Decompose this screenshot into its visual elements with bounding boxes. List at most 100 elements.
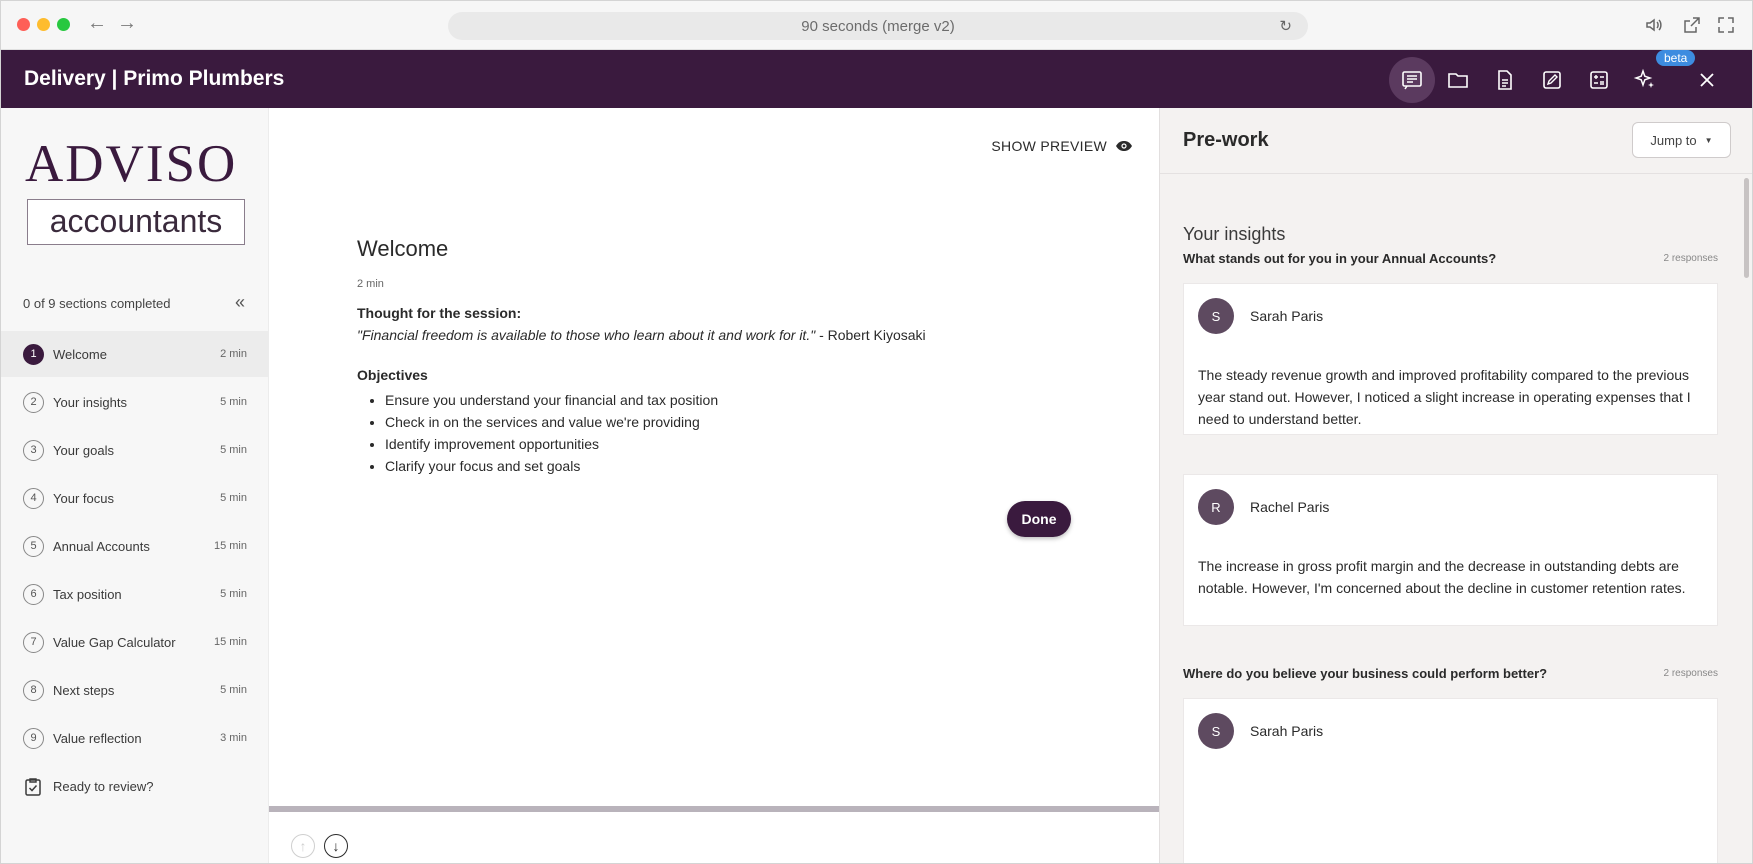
section-label: Your goals [53,443,114,458]
folder-icon [1448,73,1468,88]
objective-item: Clarify your focus and set goals [385,455,1057,477]
section-duration: 5 min [220,492,247,504]
section-number: 3 [23,440,44,461]
avatar: S [1198,713,1234,749]
question-text: Where do you believe your business could… [1183,666,1548,681]
jump-to-label: Jump to [1650,132,1697,148]
close-window-button[interactable] [17,18,30,31]
section-item-value-gap-calculator[interactable]: 7 Value Gap Calculator 15 min [1,619,269,665]
calculator-icon [1590,71,1608,89]
clipboard-check-icon [25,778,41,796]
forward-arrow-icon[interactable]: → [117,12,137,34]
done-button[interactable]: Done [1007,501,1071,537]
previous-section-button[interactable]: ↑ [291,834,315,858]
quote-author: - Robert Kiyosaki [815,327,926,343]
maximize-window-button[interactable] [57,18,70,31]
back-arrow-icon[interactable]: ← [87,12,107,34]
section-duration: 5 min [220,588,247,600]
avatar: S [1198,298,1234,334]
section-duration: 5 min [220,684,247,696]
section-heading: Welcome [357,236,449,261]
review-label: Ready to review? [53,779,154,794]
section-label: Your insights [53,395,127,410]
section-duration: 5 min [220,396,247,408]
panel-header: Pre-work Jump to ▼ [1160,108,1752,174]
section-item-tax-position[interactable]: 6 Tax position 5 min [1,571,269,617]
section-item-next-steps[interactable]: 8 Next steps 5 min [1,667,269,713]
section-label: Value Gap Calculator [53,635,176,650]
objective-item: Identify improvement opportunities [385,433,1057,455]
response-text: The increase in gross profit margin and … [1198,558,1686,596]
external-link-icon[interactable] [1682,15,1702,35]
collapse-sidebar-icon[interactable]: « [235,292,245,313]
logo-subtitle-box: accountants [27,199,245,245]
notes-icon [1402,71,1422,90]
section-label: Value reflection [53,731,142,746]
close-icon [1700,73,1714,87]
respondent-name: Rachel Paris [1250,499,1330,515]
jump-to-dropdown[interactable]: Jump to ▼ [1632,122,1731,158]
section-label: Welcome [53,347,107,362]
objective-item: Check in on the services and value we're… [385,411,1057,433]
show-preview-button[interactable]: SHOW PREVIEW [991,138,1133,154]
document-button[interactable] [1482,57,1528,103]
minimize-window-button[interactable] [37,18,50,31]
logo-subtitle: accountants [49,203,223,239]
objectives-list: Ensure you understand your financial and… [357,389,1057,477]
prework-panel: Pre-work Jump to ▼ Your insights What st… [1159,108,1752,863]
objective-item: Ensure you understand your financial and… [385,389,1057,411]
section-duration: 5 min [220,444,247,456]
eye-icon [1116,141,1132,151]
section-label: Next steps [53,683,115,698]
arrow-down-icon: ↓ [332,838,340,854]
close-button[interactable] [1684,57,1730,103]
section-item-your-insights[interactable]: 2 Your insights 5 min [1,379,269,425]
section-duration: 3 min [220,732,247,744]
response-count: 2 responses [1663,253,1718,264]
question-header: Where do you believe your business could… [1183,666,1718,681]
response-text: The steady revenue growth and improved p… [1198,367,1691,427]
quote-text: "Financial freedom is available to those… [357,327,816,343]
section-number: 4 [23,488,44,509]
section-item-welcome[interactable]: 1 Welcome 2 min [1,331,269,377]
document-icon [1498,70,1512,90]
section-duration: 2 min [220,348,247,360]
show-preview-label: SHOW PREVIEW [991,138,1107,154]
sections-progress: 0 of 9 sections completed [23,296,171,311]
logo-wordmark: ADVISO [25,135,238,193]
speaker-icon[interactable] [1644,15,1664,35]
section-number: 2 [23,392,44,413]
objectives-heading: Objectives [357,367,428,383]
browser-window: ← → 90 seconds (merge v2) ↻ Delivery | P… [0,0,1753,864]
panel-scrollbar[interactable] [1744,178,1749,278]
folder-button[interactable] [1435,57,1481,103]
section-item-value-reflection[interactable]: 9 Value reflection 3 min [1,715,269,761]
section-item-your-goals[interactable]: 3 Your goals 5 min [1,427,269,473]
question-header: What stands out for you in your Annual A… [1183,251,1718,266]
section-label: Your focus [53,491,114,506]
section-item-your-focus[interactable]: 4 Your focus 5 min [1,475,269,521]
fullscreen-icon[interactable] [1716,15,1736,35]
next-section-button[interactable]: ↓ [324,834,348,858]
calculator-button[interactable] [1576,57,1622,103]
page-title: Delivery | Primo Plumbers [24,67,285,90]
reload-icon[interactable]: ↻ [1279,17,1292,35]
caret-down-icon: ▼ [1704,135,1713,145]
section-number: 6 [23,584,44,605]
app-header: Delivery | Primo Plumbers beta [1,50,1752,108]
address-bar[interactable]: 90 seconds (merge v2) ↻ [448,12,1308,40]
sections-sidebar: ADVISO accountants 0 of 9 sections compl… [1,108,269,863]
section-item-annual-accounts[interactable]: 5 Annual Accounts 15 min [1,523,269,569]
response-count: 2 responses [1663,668,1718,679]
ready-to-review-link[interactable]: Ready to review? [23,776,253,800]
section-label: Annual Accounts [53,539,150,554]
section-number: 8 [23,680,44,701]
notes-button[interactable] [1389,57,1435,103]
content-divider [269,806,1159,812]
section-duration: 15 min [213,636,247,648]
edit-icon [1543,71,1561,89]
section-number: 1 [23,344,44,365]
thought-heading: Thought for the session: [357,305,522,321]
edit-button[interactable] [1529,57,1575,103]
response-card: R Rachel Paris The increase in gross pro… [1183,474,1718,626]
